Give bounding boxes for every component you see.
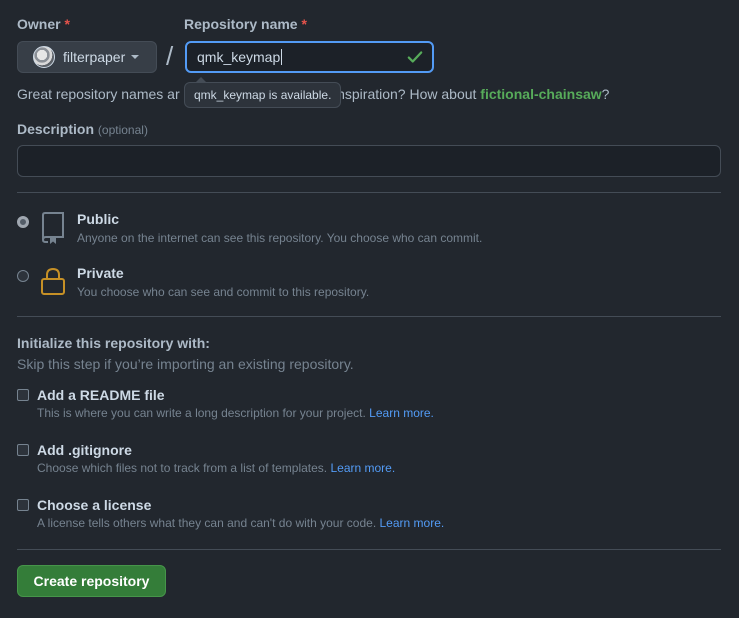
gitignore-description: Choose which files not to track from a l… — [37, 461, 395, 475]
public-description: Anyone on the internet can see this repo… — [77, 231, 483, 245]
repo-icon — [42, 212, 64, 244]
readme-description-text: This is where you can write a long descr… — [37, 406, 366, 420]
create-repository-button[interactable]: Create repository — [17, 565, 166, 597]
license-title: Choose a license — [37, 497, 152, 513]
owner-label: Owner * — [17, 16, 70, 32]
hint-prefix: Great repository names ar — [17, 86, 180, 102]
readme-title: Add a README file — [37, 387, 165, 403]
license-checkbox[interactable] — [17, 499, 29, 511]
repo-name-input[interactable]: qmk_keymap — [185, 41, 434, 73]
owner-label-text: Owner — [17, 16, 61, 32]
repo-name-label: Repository name * — [184, 16, 307, 32]
divider — [17, 549, 721, 550]
owner-value: filterpaper — [63, 49, 126, 65]
license-description: A license tells others what they can and… — [37, 516, 444, 530]
license-description-text: A license tells others what they can and… — [37, 516, 377, 530]
repo-name-value: qmk_keymap — [197, 49, 281, 65]
description-label-text: Description — [17, 121, 95, 137]
repo-name-label-text: Repository name — [184, 16, 298, 32]
description-label: Description (optional) — [17, 121, 148, 137]
private-title: Private — [77, 265, 124, 281]
text-cursor — [281, 49, 283, 65]
readme-checkbox[interactable] — [17, 389, 29, 401]
divider — [17, 192, 721, 193]
hint-suffix: ? — [601, 86, 610, 102]
divider — [17, 316, 721, 317]
description-input[interactable] — [17, 145, 721, 177]
gitignore-description-text: Choose which files not to track from a l… — [37, 461, 328, 475]
suggested-name-link[interactable]: fictional-chainsaw — [480, 86, 601, 102]
license-learn-more-link[interactable]: Learn more. — [380, 516, 445, 530]
lock-icon — [41, 267, 65, 295]
availability-tooltip-text: qmk_keymap is available. — [194, 88, 332, 102]
public-title: Public — [77, 211, 120, 227]
owner-repo-separator: / — [166, 41, 174, 71]
private-radio[interactable] — [17, 270, 29, 282]
repo-name-required-mark: * — [301, 16, 307, 32]
gitignore-learn-more-link[interactable]: Learn more. — [330, 461, 395, 475]
readme-description: This is where you can write a long descr… — [37, 406, 434, 420]
availability-tooltip: qmk_keymap is available. — [184, 77, 342, 108]
description-optional: (optional) — [97, 123, 148, 137]
gitignore-checkbox[interactable] — [17, 444, 29, 456]
owner-dropdown[interactable]: filterpaper — [17, 41, 157, 73]
readme-learn-more-link[interactable]: Learn more. — [369, 406, 434, 420]
create-repository-label: Create repository — [33, 573, 150, 589]
public-radio[interactable] — [17, 216, 29, 228]
check-icon — [407, 51, 423, 63]
init-subheading: Skip this step if you’re importing an ex… — [17, 356, 354, 372]
chevron-down-icon — [131, 55, 140, 59]
gitignore-title: Add .gitignore — [37, 442, 132, 458]
private-description: You choose who can see and commit to thi… — [77, 285, 370, 299]
owner-required-mark: * — [64, 16, 70, 32]
avatar — [33, 46, 55, 68]
init-heading: Initialize this repository with: — [17, 335, 210, 351]
